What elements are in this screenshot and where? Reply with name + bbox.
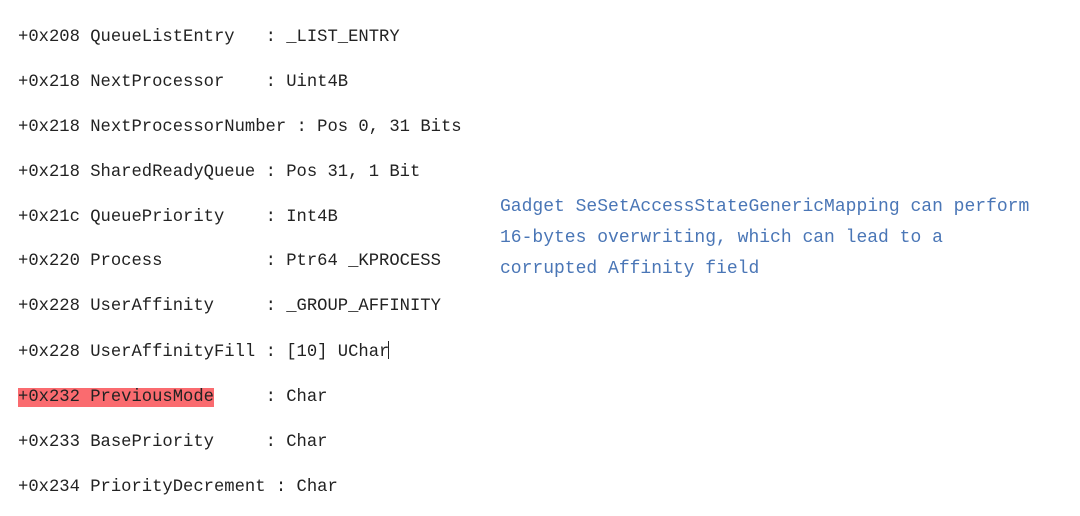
field-offset: +0x232 [18, 388, 80, 407]
field-type: Char [286, 388, 327, 407]
field-pad [162, 252, 265, 271]
struct-field-row: +0x233 BasePriority : Char [18, 432, 1080, 454]
field-pad [224, 73, 265, 92]
field-pad [214, 388, 266, 407]
field-type: Pos 31, 1 Bit [286, 163, 420, 182]
field-offset: +0x228 [18, 343, 80, 362]
field-offset: +0x21c [18, 208, 80, 227]
field-pad [266, 478, 276, 497]
field-name: UserAffinityFill [90, 343, 255, 362]
field-pad [224, 208, 265, 227]
text-caret [388, 341, 389, 359]
field-type: Char [297, 478, 338, 497]
field-name: PreviousMode [90, 388, 214, 407]
struct-field-row: +0x228 UserAffinityFill : [10] UChar [18, 341, 1080, 364]
field-offset: +0x218 [18, 73, 80, 92]
field-offset: +0x220 [18, 252, 80, 271]
field-pad [255, 163, 265, 182]
field-name: NextProcessorNumber [90, 118, 286, 137]
field-type: Int4B [286, 208, 338, 227]
field-name: Process [90, 252, 162, 271]
struct-field-row: +0x208 QueueListEntry : _LIST_ENTRY [18, 27, 1080, 49]
field-pad [214, 433, 266, 452]
field-name: BasePriority [90, 433, 214, 452]
field-pad [235, 28, 266, 47]
field-name: QueueListEntry [90, 28, 234, 47]
field-type: _GROUP_AFFINITY [286, 297, 441, 316]
field-name: SharedReadyQueue [90, 163, 255, 182]
field-type: Ptr64 _KPROCESS [286, 252, 441, 271]
field-name: PriorityDecrement [90, 478, 265, 497]
field-name: NextProcessor [90, 73, 224, 92]
annotation-text: Gadget SeSetAccessStateGenericMapping ca… [500, 192, 1040, 285]
field-offset: +0x233 [18, 433, 80, 452]
highlight-red: +0x232 PreviousMode [18, 388, 214, 407]
field-offset: +0x228 [18, 297, 80, 316]
struct-field-row: +0x228 UserAffinity : _GROUP_AFFINITY [18, 296, 1080, 318]
field-type: [10] UChar [286, 343, 389, 362]
field-type: Uint4B [286, 73, 348, 92]
field-type: Char [286, 433, 327, 452]
field-pad [255, 343, 265, 362]
field-name: QueuePriority [90, 208, 224, 227]
field-type: _LIST_ENTRY [286, 28, 399, 47]
struct-field-row: +0x218 SharedReadyQueue : Pos 31, 1 Bit [18, 162, 1080, 184]
field-name: UserAffinity [90, 297, 214, 316]
field-offset: +0x218 [18, 118, 80, 137]
struct-field-row: +0x234 PriorityDecrement : Char [18, 477, 1080, 499]
field-offset: +0x218 [18, 163, 80, 182]
field-type: Pos 0, 31 Bits [317, 118, 461, 137]
struct-field-row-highlighted: +0x232 PreviousMode : Char [18, 387, 1080, 409]
field-offset: +0x208 [18, 28, 80, 47]
struct-field-row: +0x218 NextProcessorNumber : Pos 0, 31 B… [18, 117, 1080, 139]
field-pad [286, 118, 296, 137]
field-pad [214, 297, 266, 316]
field-offset: +0x234 [18, 478, 80, 497]
struct-field-row: +0x218 NextProcessor : Uint4B [18, 72, 1080, 94]
